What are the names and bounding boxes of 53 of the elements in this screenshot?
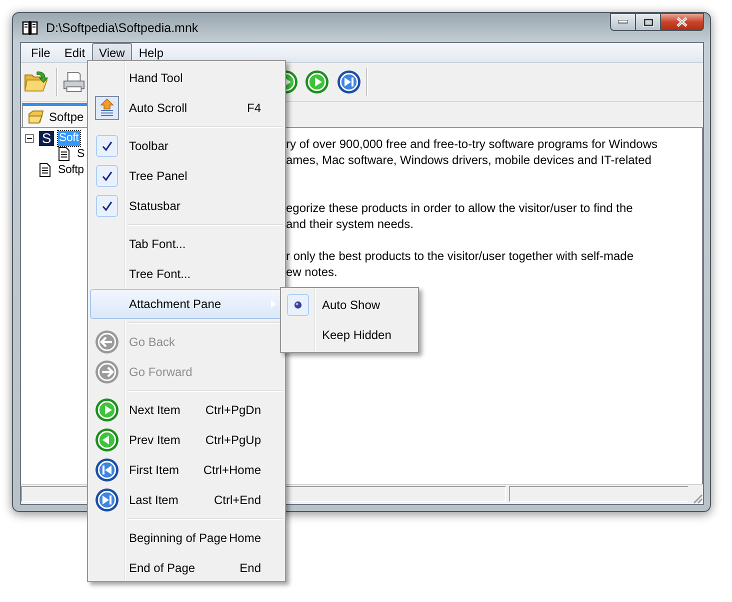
menu-item[interactable]: Statusbar [90, 191, 283, 221]
menu-item[interactable]: File [24, 43, 58, 62]
skip-forward-icon [95, 488, 119, 512]
check-icon [101, 170, 113, 182]
skip-forward-icon[interactable] [337, 70, 361, 94]
check-icon [101, 200, 113, 212]
play-back-icon [95, 428, 119, 452]
scroll-up-icon [95, 96, 119, 120]
tree-item[interactable]: S [76, 146, 86, 162]
maximize-button[interactable] [636, 13, 661, 31]
resize-grip-icon[interactable] [691, 492, 703, 504]
forward-arrow-icon [95, 360, 119, 384]
close-icon [676, 17, 688, 27]
book-icon [22, 20, 38, 36]
close-button[interactable] [661, 13, 704, 31]
minimize-button[interactable] [610, 13, 636, 31]
paragraph: r only the best products to the visitor/user together with self-made ew notes. [286, 249, 635, 280]
menu-item[interactable]: Tab Font... [90, 229, 283, 259]
menu-item[interactable]: Edit [57, 43, 92, 62]
menu-item[interactable]: Keep Hidden [283, 320, 416, 350]
tree-item[interactable]: Softp [57, 162, 85, 178]
menu-item[interactable]: Help [132, 43, 171, 62]
play-icon[interactable] [305, 70, 329, 94]
menu-item[interactable]: Prev Item Ctrl+PgUp [90, 425, 283, 455]
skip-back-icon [95, 458, 119, 482]
menu-item[interactable]: Attachment Pane [90, 289, 283, 319]
tab[interactable]: Softpe [22, 103, 88, 127]
menu-item[interactable]: Beginning of Page Home [90, 523, 283, 553]
back-arrow-icon [95, 330, 119, 354]
printer-icon[interactable] [63, 70, 85, 94]
menu-item[interactable]: First Item Ctrl+Home [90, 455, 283, 485]
play-icon [95, 398, 119, 422]
minimize-icon [618, 20, 628, 24]
menu-item[interactable]: Next Item Ctrl+PgDn [90, 395, 283, 425]
submenu-arrow-icon [271, 300, 276, 308]
menu-item[interactable]: Toolbar [90, 131, 283, 161]
menu-item[interactable]: Tree Font... [90, 259, 283, 289]
menu-item[interactable]: End of Page End [90, 553, 283, 583]
window-title: D:\Softpedia\Softpedia.mnk [46, 20, 198, 34]
notebook-icon: S [39, 130, 54, 146]
menu-item[interactable]: Tree Panel [90, 161, 283, 191]
menu-item[interactable]: Auto Scroll F4 [90, 93, 283, 123]
menu-item[interactable]: Auto Show [283, 290, 416, 320]
menu-item[interactable]: Hand Tool [90, 63, 283, 93]
folder-icon [28, 110, 44, 124]
paragraph: egorize these products in order to allow the visitor/user to find the and their system needs. [286, 201, 634, 232]
page-icon [39, 163, 51, 177]
page-icon [58, 147, 70, 161]
paragraph: ry of over 900,000 free and free-to-try software programs for Windows ames, Mac software, Windows drivers, mobile devices and IT-related [286, 137, 658, 168]
check-icon [101, 140, 113, 152]
folder-icon[interactable] [24, 70, 48, 94]
menu-item[interactable]: Last Item Ctrl+End [90, 485, 283, 515]
maximize-icon [642, 18, 654, 26]
